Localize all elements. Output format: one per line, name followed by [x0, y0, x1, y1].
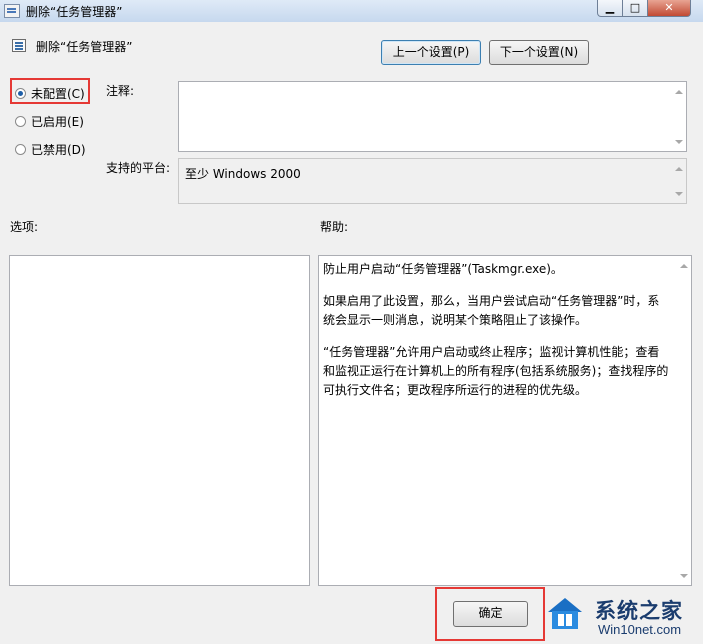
- scroll-up-icon: [675, 90, 683, 94]
- help-paragraph: 防止用户启动“任务管理器”(Taskmgr.exe)。: [323, 262, 563, 276]
- minimize-button[interactable]: ▁: [597, 0, 623, 17]
- policy-app-icon: [4, 4, 20, 18]
- radio-enabled[interactable]: 已启用(E): [15, 113, 84, 130]
- scroll-up-icon: [680, 264, 688, 268]
- maximize-button[interactable]: □: [622, 0, 648, 17]
- watermark-title: 系统之家: [595, 599, 683, 623]
- scroll-down-icon: [680, 574, 688, 578]
- watermark-logo-icon: [544, 598, 586, 632]
- help-scrollbar[interactable]: [677, 256, 691, 585]
- policy-title: 删除“任务管理器”: [36, 40, 133, 54]
- radio-disabled[interactable]: 已禁用(D): [15, 141, 86, 158]
- help-label: 帮助:: [320, 220, 349, 234]
- help-paragraph: “任务管理器”允许用户启动或终止程序；监视计算机性能；查看和监视正运行在计算机上…: [323, 345, 669, 397]
- close-button[interactable]: ✕: [647, 0, 691, 17]
- ok-highlight-box: [435, 587, 545, 641]
- minimize-icon: ▁: [605, 1, 615, 14]
- next-setting-button[interactable]: 下一个设置(N): [489, 40, 589, 65]
- radio-label: 已启用(E): [31, 115, 84, 129]
- scroll-down-icon: [675, 192, 683, 196]
- comment-scrollbar[interactable]: [672, 82, 686, 151]
- scroll-down-icon: [675, 140, 683, 144]
- options-label: 选项:: [10, 220, 39, 234]
- close-icon: ✕: [664, 1, 674, 14]
- comment-label: 注释:: [106, 84, 135, 98]
- help-paragraph: 如果启用了此设置，那么，当用户尝试启动“任务管理器”时，系统会显示一则消息，说明…: [323, 294, 660, 327]
- radio-unselected-icon: [15, 116, 26, 127]
- scroll-up-icon: [675, 167, 683, 171]
- radio-highlight-box: [10, 78, 90, 104]
- platform-label: 支持的平台:: [106, 161, 171, 175]
- policy-setting-icon: [12, 39, 26, 52]
- radio-unselected-icon: [15, 144, 26, 155]
- comment-textarea[interactable]: [178, 81, 687, 152]
- options-panel: [9, 255, 310, 586]
- prev-setting-button[interactable]: 上一个设置(P): [381, 40, 481, 65]
- watermark: 系统之家 Win10net.com: [540, 592, 700, 640]
- platform-field: 至少 Windows 2000: [178, 158, 687, 204]
- window-title: 删除“任务管理器”: [26, 5, 123, 19]
- platform-value: 至少 Windows 2000: [185, 167, 301, 181]
- help-panel[interactable]: 防止用户启动“任务管理器”(Taskmgr.exe)。 如果启用了此设置，那么，…: [318, 255, 692, 586]
- radio-label: 已禁用(D): [31, 143, 86, 157]
- watermark-url: Win10net.com: [598, 622, 682, 637]
- platform-scrollbar[interactable]: [672, 159, 686, 203]
- maximize-icon: □: [629, 1, 641, 14]
